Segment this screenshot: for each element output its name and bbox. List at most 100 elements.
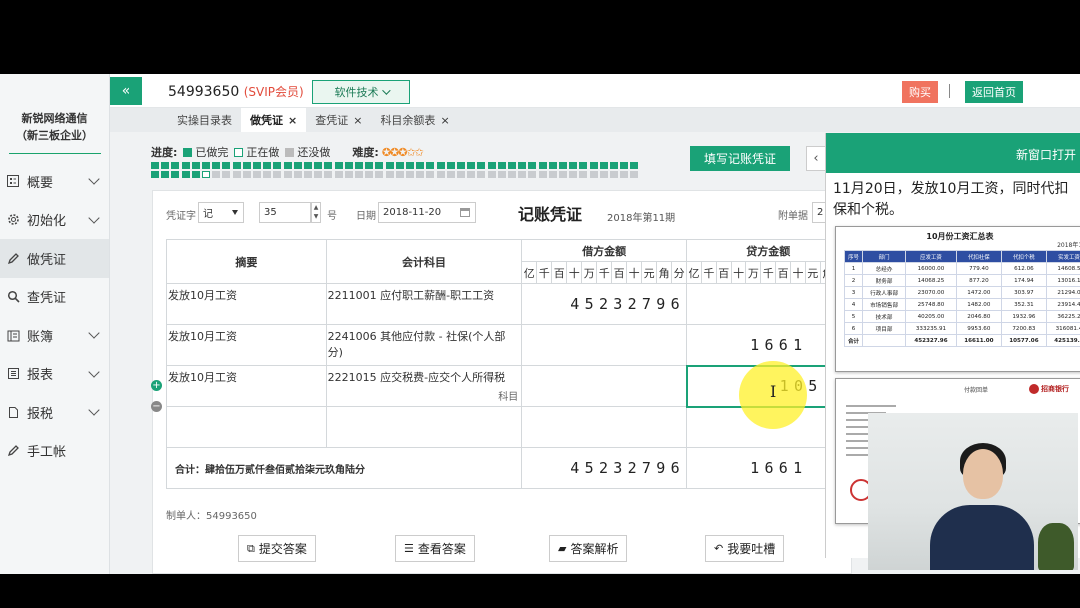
debit-amount-cell[interactable]: 45232796 (521, 283, 688, 325)
digit-header: 百 (551, 261, 568, 284)
table-cell: 财务部 (862, 274, 907, 287)
remove-row-icon[interactable]: − (151, 401, 162, 412)
sidebar-item-tax[interactable]: 报税 (0, 393, 109, 432)
progress-cell (161, 171, 170, 178)
stepper-up-icon[interactable]: ▲ (312, 203, 320, 212)
account-cell[interactable]: 2211001 应付职工薪酬-职工工资 (325, 283, 523, 325)
tab-label: 查凭证 (315, 114, 349, 127)
bank-logo-icon (1029, 384, 1039, 394)
progress-cell (202, 171, 210, 178)
progress-cell (273, 162, 282, 169)
tech-support-label: 软件技术 (334, 86, 379, 99)
table-cell: 23914.4 (1045, 298, 1080, 311)
summary-cell[interactable]: 发放10月工资 (166, 283, 327, 325)
close-icon[interactable]: × (440, 114, 449, 127)
summary-cell[interactable]: 发放10月工资 (166, 365, 327, 407)
table-total-row: 合计 452327.9616611.0010577.06425139.9 (843, 334, 1080, 347)
progress-cell (569, 162, 578, 169)
database-icon: ☰ (404, 542, 414, 555)
buy-button[interactable]: 购买 (902, 81, 938, 103)
digit-header: 千 (536, 261, 553, 284)
company-name: 新锐网络通信 （新三板企业） (0, 74, 109, 144)
number-stepper[interactable]: ▲ ▼ (311, 202, 321, 223)
add-row-icon[interactable]: + (151, 380, 162, 391)
close-icon[interactable]: × (288, 114, 297, 127)
voucher-period: 2018年第11期 (607, 213, 676, 224)
progress-cell (569, 171, 578, 178)
progress-cell (579, 162, 588, 169)
table-cell: 4 (843, 298, 864, 311)
digit-header: 亿 (686, 261, 702, 284)
progress-cell (620, 162, 629, 169)
company-name-line1: 新锐网络通信 (21, 112, 88, 125)
digit-header: 十 (566, 261, 583, 284)
sidebar-item-make-voucher[interactable]: 做凭证 (0, 239, 109, 278)
progress-cell (548, 171, 557, 178)
progress-cell (385, 162, 394, 169)
tab-make-voucher[interactable]: 做凭证 × (241, 108, 307, 132)
difficulty-stars: ✪✪✪✩✩ (381, 145, 424, 159)
account-cell[interactable]: 2241006 其他应付款 - 社保(个人部分) (325, 324, 523, 366)
close-icon[interactable]: × (353, 114, 362, 127)
digit-header: 万 (745, 261, 762, 284)
debit-amount-cell[interactable] (521, 365, 688, 407)
debit-amount-cell[interactable] (521, 406, 688, 448)
pen-icon (6, 251, 20, 265)
total-debit-cell: 45232796 (521, 447, 688, 489)
tech-support-dropdown[interactable]: 软件技术 (312, 80, 410, 104)
submit-answer-button[interactable]: ⧉ 提交答案 (238, 535, 316, 562)
answer-analysis-button[interactable]: ▰ 答案解析 (549, 535, 628, 562)
payroll-summary-image[interactable]: 10月份工资汇总表 2018年11月 序号 部门 应发工资 代扣社保 代扣个税 … (835, 226, 1080, 372)
date-label: 日期 (356, 211, 376, 222)
progress-cell (375, 162, 384, 169)
view-answer-button[interactable]: ☰ 查看答案 (395, 535, 475, 562)
progress-cell (589, 162, 598, 169)
progress-cell (487, 162, 496, 169)
total-debit: 45232796 (570, 459, 685, 477)
tab-account-balance[interactable]: 科目余额表 × (371, 108, 458, 132)
progress-cell (232, 171, 241, 178)
feedback-button[interactable]: ↶ 我要吐槽 (705, 535, 785, 562)
sidebar-item-manual-book[interactable]: 手工帐 (0, 432, 109, 471)
home-button[interactable]: 返回首页 (965, 81, 1023, 103)
chevron-left-icon[interactable]: ‹ (806, 146, 826, 171)
progress-cell (151, 171, 159, 178)
sidebar-item-ledger[interactable]: 账簿 (0, 316, 109, 355)
table-cell: 16000.00 (905, 262, 957, 275)
sidebar-item-reports[interactable]: 报表 (0, 355, 109, 394)
progress-cell (395, 171, 404, 178)
collapse-sidebar-button[interactable]: « (110, 77, 142, 105)
tab-query-voucher[interactable]: 查凭证 × (306, 108, 371, 132)
sidebar-item-init[interactable]: 初始化 (0, 201, 109, 240)
sidebar-item-overview[interactable]: 概要 (0, 162, 109, 201)
column-header: 应发工资 (905, 250, 957, 263)
table-cell: 612.06 (1000, 262, 1047, 275)
summary-cell[interactable]: 发放10月工资 (166, 324, 327, 366)
table-cell: 总经办 (862, 262, 907, 275)
fill-voucher-button[interactable]: 填写记账凭证 (690, 146, 790, 171)
voucher-number-input[interactable]: 35 (259, 202, 311, 223)
stepper-down-icon[interactable]: ▼ (312, 212, 320, 221)
progress-grid (151, 162, 641, 180)
plant (1038, 523, 1074, 570)
summary-cell[interactable] (166, 406, 327, 448)
account-cell[interactable]: 2221015 应交税费-应交个人所得税 科目 (325, 365, 523, 407)
table-cell: 452327.96 (905, 334, 957, 347)
legend-todo-swatch (285, 147, 295, 157)
debit-amount-cell[interactable] (521, 324, 688, 366)
column-header: 实发工资 (1045, 250, 1080, 263)
legend-doing-swatch (234, 147, 244, 157)
sidebar-item-query-voucher[interactable]: 查凭证 (0, 278, 109, 317)
voucher-type-select[interactable]: 记 (198, 202, 244, 223)
open-new-window-button[interactable]: 新窗口打开 (826, 133, 1080, 173)
chevron-down-icon (88, 365, 100, 378)
account-cell[interactable] (325, 406, 523, 448)
digit-header: 千 (596, 261, 613, 284)
table-cell: 779.40 (955, 262, 1002, 275)
progress-cell (334, 171, 343, 178)
tab-practice-index[interactable]: 实操目录表 (168, 108, 241, 132)
date-input[interactable]: 2018-11-20 (378, 202, 476, 223)
progress-cell (467, 162, 476, 169)
document-icon (6, 405, 20, 419)
account-id: 54993650 (168, 84, 240, 100)
